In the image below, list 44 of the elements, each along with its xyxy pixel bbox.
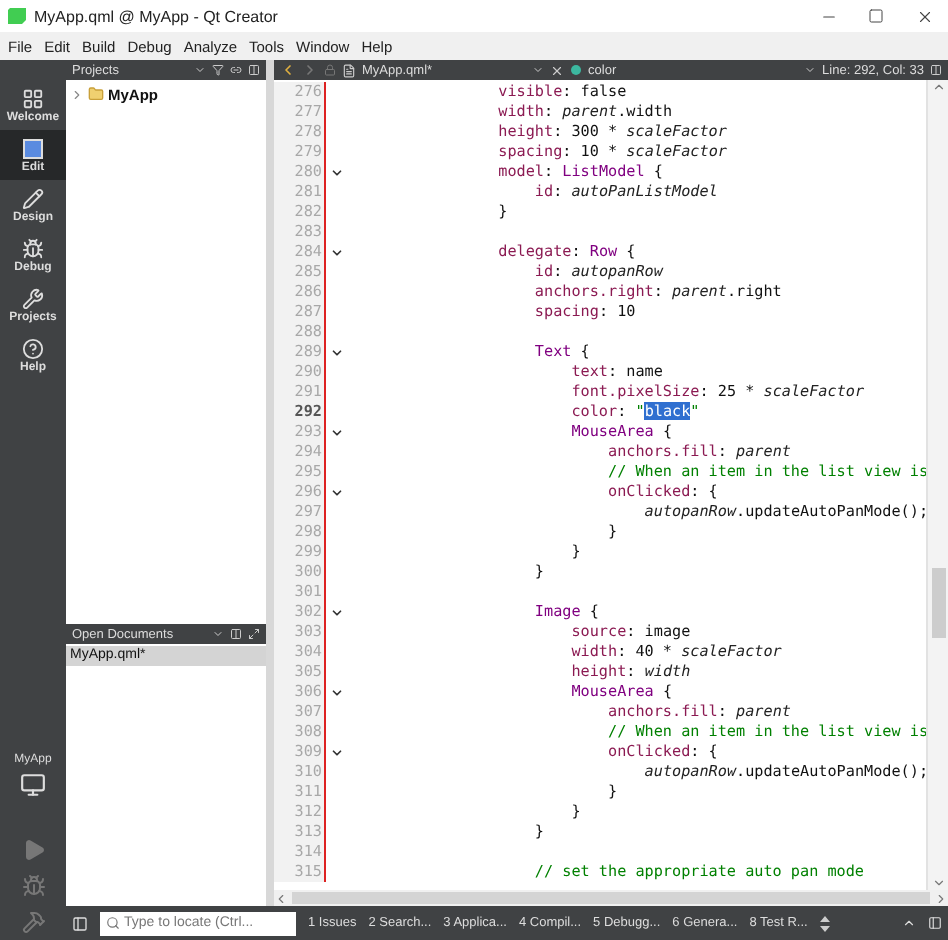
symbol-icon (570, 64, 583, 76)
split-icon[interactable] (930, 64, 942, 76)
dropdown-icon[interactable] (194, 64, 206, 76)
folder-icon (88, 86, 104, 102)
help-icon (22, 337, 44, 359)
file-icon (342, 63, 356, 77)
monitor-icon[interactable] (20, 772, 46, 798)
fold-chevron-icon[interactable] (329, 485, 343, 499)
app-logo-icon (8, 8, 26, 24)
split-icon[interactable] (230, 628, 242, 640)
expand-caret-icon[interactable] (70, 87, 84, 101)
search-icon (106, 916, 120, 930)
scrollbar-thumb[interactable] (292, 892, 930, 904)
show-panel-icon[interactable] (902, 916, 916, 930)
pencil-icon (22, 187, 44, 209)
dropdown-icon[interactable] (532, 64, 545, 76)
fold-chevron-icon[interactable] (329, 685, 343, 699)
fold-chevron-icon[interactable] (329, 425, 343, 439)
close-icon[interactable] (915, 7, 933, 25)
fold-chevron-icon[interactable] (329, 165, 343, 179)
back-icon[interactable] (280, 62, 296, 78)
scroll-left-icon[interactable] (274, 891, 288, 905)
split-icon[interactable] (248, 64, 260, 76)
scroll-up-icon[interactable] (931, 80, 945, 94)
updown-arrow-icon[interactable] (819, 915, 830, 931)
document-icon (22, 137, 44, 159)
grid-icon (22, 87, 44, 109)
wrench-icon (22, 287, 44, 309)
scroll-down-icon[interactable] (931, 876, 945, 890)
fold-chevron-icon[interactable] (329, 345, 343, 359)
sidebar-toggle-icon[interactable] (72, 915, 88, 931)
dropdown-icon[interactable] (804, 64, 817, 76)
bug-icon (22, 237, 44, 259)
fold-chevron-icon[interactable] (329, 745, 343, 759)
panel-icon[interactable] (928, 916, 942, 930)
maximize-icon[interactable] (868, 8, 884, 24)
fold-chevron-icon[interactable] (329, 605, 343, 619)
link-icon[interactable] (230, 64, 242, 76)
scrollbar-thumb[interactable] (931, 568, 945, 638)
scroll-right-icon[interactable] (934, 891, 948, 905)
filter-icon[interactable] (212, 64, 224, 76)
window-title: MyApp.qml @ MyApp - Qt Creator (34, 7, 280, 25)
fold-chevron-icon[interactable] (329, 245, 343, 259)
dropdown-icon[interactable] (212, 628, 224, 640)
